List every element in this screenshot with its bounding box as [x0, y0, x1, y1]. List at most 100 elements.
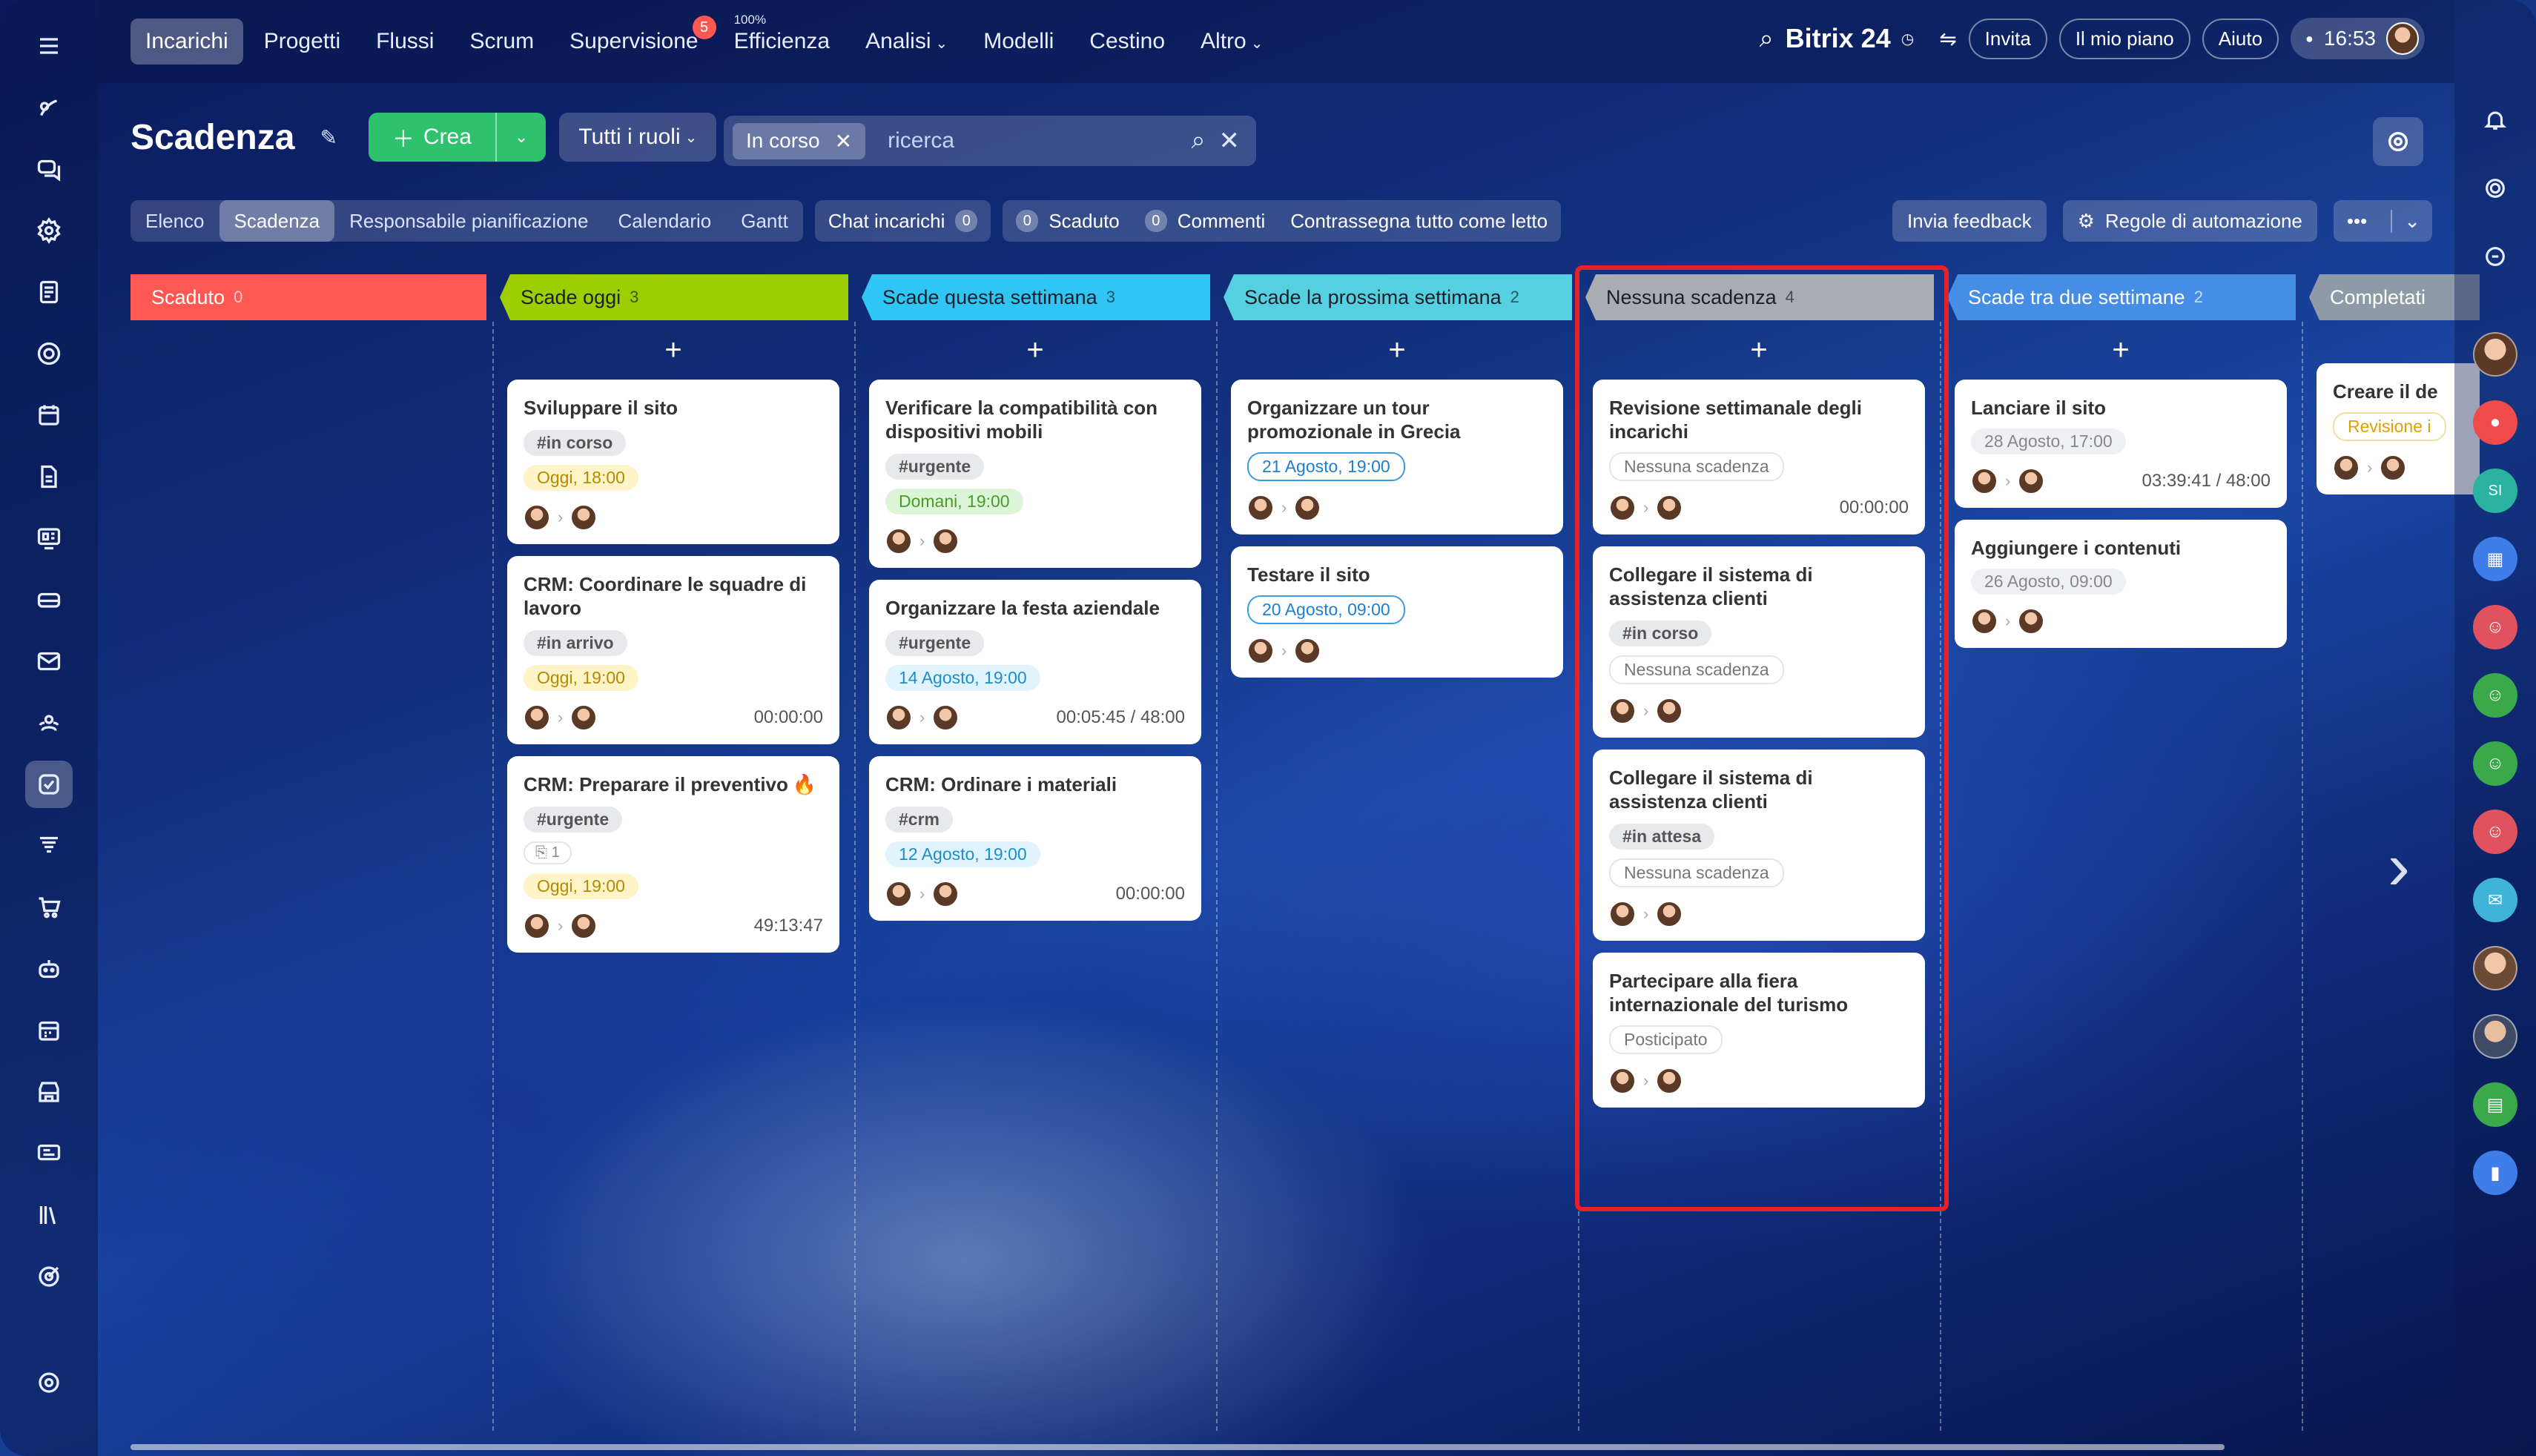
column-header[interactable]: Scade questa settimana 3	[862, 274, 1210, 320]
deadline-badge[interactable]: Revisione i	[2333, 412, 2446, 441]
my-plan-button[interactable]: Il mio piano	[2058, 18, 2190, 59]
nav-scrum[interactable]: Scrum	[455, 19, 549, 64]
time-tracker[interactable]: 00:00:00	[754, 707, 823, 728]
nav-flows[interactable]: Flussi	[361, 19, 449, 64]
drive-icon[interactable]	[25, 576, 73, 623]
nav-more[interactable]: Altro ⌄	[1186, 19, 1278, 64]
overdue-filter[interactable]: Scaduto	[1049, 210, 1119, 233]
chat-icon[interactable]	[25, 145, 73, 193]
column-header[interactable]: Scade tra due settimane 2	[1947, 274, 2296, 320]
filter-chip[interactable]: In corso ✕	[733, 122, 866, 159]
file-icon[interactable]	[25, 453, 73, 500]
assignee-avatar[interactable]	[2018, 608, 2045, 635]
deadline-badge[interactable]: 20 Agosto, 09:00	[1247, 595, 1405, 624]
goal-icon[interactable]	[25, 1253, 73, 1300]
creator-avatar[interactable]	[1247, 638, 1274, 664]
horizontal-scrollbar[interactable]	[131, 1444, 2225, 1450]
calendar-icon[interactable]	[25, 391, 73, 439]
view-gantt[interactable]: Gantt	[726, 200, 803, 242]
assignee-avatar[interactable]	[932, 881, 960, 907]
invite-button[interactable]: Invita	[1968, 18, 2047, 59]
add-task-plus-icon[interactable]: +	[492, 320, 854, 380]
feedback-button[interactable]: Invia feedback	[1892, 200, 2047, 242]
add-task-plus-icon[interactable]: +	[1940, 320, 2302, 380]
store-icon[interactable]	[25, 1068, 73, 1116]
comments-filter[interactable]: Commenti	[1178, 210, 1265, 233]
task-title[interactable]: CRM: Coordinare le squadre di lavoro	[524, 572, 823, 620]
task-title[interactable]: Aggiungere i contenuti	[1971, 536, 2271, 560]
task-title[interactable]: Organizzare la festa aziendale	[885, 596, 1185, 620]
time-tracker[interactable]: 00:00:00	[1116, 884, 1185, 904]
menu-icon[interactable]	[25, 22, 73, 70]
creator-avatar[interactable]	[885, 704, 912, 731]
board-icon[interactable]	[25, 514, 73, 562]
tasks-icon[interactable]	[25, 761, 73, 808]
deadline-badge[interactable]: Oggi, 18:00	[524, 465, 638, 491]
automation-rules-button[interactable]: ⚙ Regole di automazione	[2062, 200, 2317, 242]
create-dropdown-icon[interactable]: ⌄	[495, 113, 546, 162]
monitor-icon[interactable]	[25, 1130, 73, 1177]
task-title[interactable]: Creare il de	[2333, 380, 2463, 403]
document-icon[interactable]	[25, 268, 73, 316]
task-card[interactable]: CRM: Ordinare i materiali #crm 12 Agosto, …	[869, 756, 1201, 921]
task-tag[interactable]: #in corso	[524, 430, 627, 456]
deadline-badge[interactable]: 26 Agosto, 09:00	[1971, 569, 2126, 595]
task-card[interactable]: Organizzare un tour promozionale in Grec…	[1231, 380, 1563, 535]
nav-templates[interactable]: Modelli	[968, 19, 1069, 64]
task-title[interactable]: CRM: Ordinare i materiali	[885, 772, 1185, 796]
assignee-avatar[interactable]	[2018, 468, 2045, 494]
nav-trash[interactable]: Cestino	[1074, 19, 1180, 64]
creator-avatar[interactable]	[524, 704, 550, 731]
deadline-badge[interactable]: Oggi, 19:00	[524, 665, 638, 691]
creator-avatar[interactable]	[524, 913, 550, 939]
contact-avatar[interactable]	[2473, 1014, 2517, 1059]
scroll-right-arrow[interactable]: ›	[2358, 796, 2440, 937]
contacts-icon[interactable]	[25, 699, 73, 747]
task-title[interactable]: Verificare la compatibilità con disposit…	[885, 396, 1185, 443]
config-gear-icon[interactable]	[25, 1359, 73, 1406]
bookmark-icon[interactable]: ▮	[2473, 1151, 2517, 1195]
task-card[interactable]: Testare il sito 20 Agosto, 09:00 ›	[1231, 546, 1563, 678]
subtask-counter[interactable]: ⎘ 1	[524, 841, 572, 864]
sliders-icon[interactable]: ⇋	[1939, 27, 1956, 51]
assignee-avatar[interactable]	[570, 704, 598, 731]
create-button[interactable]: ＋ Crea ⌄	[368, 113, 547, 162]
search-chat-icon[interactable]	[2473, 234, 2517, 279]
deadline-badge[interactable]: 21 Agosto, 19:00	[1247, 452, 1405, 481]
feed-icon[interactable]	[25, 84, 73, 131]
deadline-badge[interactable]: 14 Agosto, 19:00	[885, 665, 1040, 691]
deadline-badge[interactable]: Oggi, 19:00	[524, 873, 638, 899]
mail-icon[interactable]	[25, 638, 73, 685]
view-planner[interactable]: Responsabile pianificazione	[334, 200, 603, 242]
time-widget[interactable]: ● 16:53	[2291, 18, 2425, 59]
search-icon[interactable]: ⌕	[1760, 24, 1774, 53]
nav-projects[interactable]: Progetti	[249, 19, 355, 64]
task-card[interactable]: CRM: Coordinare le squadre di lavoro #in …	[507, 556, 839, 744]
pin-icon[interactable]: ✎	[320, 125, 337, 150]
view-list[interactable]: Elenco	[131, 200, 219, 242]
task-title[interactable]: Lanciare il sito	[1971, 396, 2271, 420]
creator-avatar[interactable]	[885, 528, 912, 555]
task-card[interactable]: Verificare la compatibilità con disposit…	[869, 380, 1201, 568]
assignee-avatar[interactable]	[1294, 494, 1321, 521]
library-icon[interactable]	[25, 1191, 73, 1239]
roles-dropdown[interactable]: Tutti i ruoli ⌄	[559, 113, 717, 162]
time-tracker[interactable]: 03:39:41 / 48:00	[2142, 471, 2271, 492]
notifications-icon[interactable]	[2473, 98, 2517, 142]
target-icon[interactable]	[25, 330, 73, 377]
search-input[interactable]	[888, 128, 1155, 153]
message-icon[interactable]: ✉	[2473, 878, 2517, 922]
column-header[interactable]: Scade oggi 3	[500, 274, 848, 320]
view-settings-button[interactable]	[2373, 117, 2423, 166]
group-icon[interactable]: ☺	[2473, 810, 2517, 854]
creator-avatar[interactable]	[524, 504, 550, 531]
creator-avatar[interactable]	[1971, 468, 1998, 494]
assignee-avatar[interactable]	[932, 704, 960, 731]
schedule-icon[interactable]	[25, 1007, 73, 1054]
task-card[interactable]: Sviluppare il sito #in corso Oggi, 18:00 ›	[507, 380, 839, 544]
add-task-plus-icon[interactable]: +	[854, 320, 1216, 380]
column-header[interactable]: Scaduto 0	[131, 274, 486, 320]
contact-initials[interactable]: SI	[2473, 469, 2517, 513]
calendar-icon[interactable]: ▦	[2473, 537, 2517, 581]
settings-gear-icon[interactable]	[25, 207, 73, 254]
